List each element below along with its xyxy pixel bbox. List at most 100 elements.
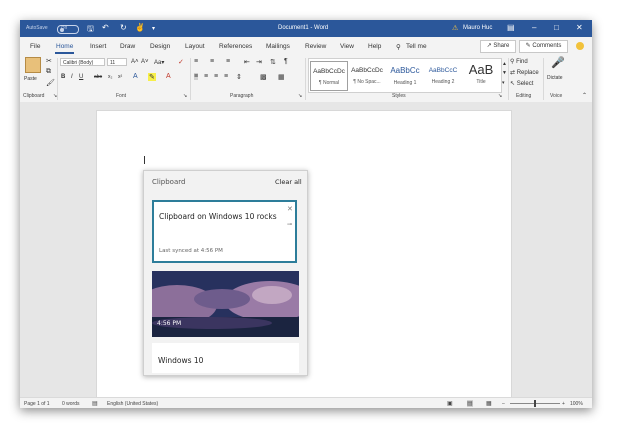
- line-spacing-icon[interactable]: ⇕: [236, 73, 242, 81]
- align-left-icon[interactable]: ≡: [194, 73, 199, 80]
- clear-formatting-icon[interactable]: ✓: [178, 58, 184, 66]
- italic-icon[interactable]: I: [71, 74, 73, 80]
- clipboard-item-image[interactable]: 4:56 PM: [152, 271, 299, 337]
- find-button[interactable]: ⚲ Find: [510, 58, 528, 65]
- tab-references[interactable]: References: [219, 43, 252, 50]
- style-heading-2[interactable]: AaBbCcC Heading 2: [424, 61, 462, 91]
- dictate-button[interactable]: Dictate: [547, 75, 563, 81]
- tell-me-box[interactable]: Tell me: [406, 43, 427, 50]
- tab-file[interactable]: File: [30, 43, 40, 50]
- clipboard-history-panel: Clipboard Clear all Clipboard on Windows…: [143, 170, 308, 376]
- microphone-icon[interactable]: 🎤: [551, 56, 565, 69]
- replace-button[interactable]: ⇄ Replace: [510, 69, 539, 76]
- gallery-down-icon[interactable]: ▼: [502, 70, 507, 76]
- collapse-ribbon-icon[interactable]: ⌃: [582, 92, 587, 99]
- copy-icon[interactable]: ⧉: [46, 68, 51, 76]
- paste-icon[interactable]: [25, 57, 41, 73]
- style-name: ¶ No Spac...: [353, 79, 381, 85]
- proofing-icon[interactable]: ▤: [92, 400, 98, 407]
- page-count[interactable]: Page 1 of 1: [24, 401, 50, 407]
- style-preview: AaBbCcDc: [351, 67, 383, 74]
- document-title: Document1 - Word: [278, 25, 329, 31]
- style-normal[interactable]: AaBbCcDc ¶ Normal: [310, 61, 348, 91]
- close-icon[interactable]: ✕: [287, 205, 293, 213]
- tab-view[interactable]: View: [340, 43, 354, 50]
- cut-icon[interactable]: ✂: [46, 57, 52, 65]
- clipboard-item-text[interactable]: Clipboard on Windows 10 rocks Last synce…: [152, 200, 297, 263]
- maximize-icon[interactable]: □: [554, 23, 559, 32]
- undo-icon[interactable]: ↶: [102, 23, 109, 32]
- paragraph-launcher-icon[interactable]: ↘: [298, 93, 302, 99]
- bold-icon[interactable]: B: [61, 74, 65, 80]
- group-label-voice: Voice: [550, 93, 563, 99]
- text-effects-icon[interactable]: A: [133, 73, 138, 80]
- font-color-icon[interactable]: A: [166, 73, 171, 80]
- align-right-icon[interactable]: ≡: [214, 73, 218, 80]
- numbering-icon[interactable]: ≡: [210, 58, 214, 65]
- multilevel-list-icon[interactable]: ≡: [226, 58, 230, 65]
- minimize-icon[interactable]: –: [532, 23, 536, 32]
- ribbon-display-options-icon[interactable]: ▤: [507, 23, 515, 32]
- grow-font-icon[interactable]: A˄: [131, 59, 139, 65]
- style-title[interactable]: AaB Title: [462, 61, 500, 91]
- font-name-combo[interactable]: Calibri (Body): [60, 58, 105, 66]
- print-layout-icon[interactable]: ▤: [467, 400, 473, 407]
- subscript-icon[interactable]: x₂: [108, 74, 112, 80]
- increase-indent-icon[interactable]: ⇥: [256, 58, 262, 66]
- pin-icon[interactable]: ⊸: [287, 221, 292, 228]
- tab-mailings[interactable]: Mailings: [266, 43, 290, 50]
- redo-icon[interactable]: ↻: [120, 23, 127, 32]
- gallery-more-icon[interactable]: ▾: [502, 80, 505, 86]
- tab-help[interactable]: Help: [368, 43, 381, 50]
- shrink-font-icon[interactable]: A˅: [141, 59, 149, 65]
- close-icon[interactable]: ✕: [576, 23, 583, 32]
- justify-icon[interactable]: ≡: [224, 73, 228, 80]
- paste-button[interactable]: Paste: [24, 76, 37, 82]
- clear-all-button[interactable]: Clear all: [275, 178, 302, 186]
- bullets-icon[interactable]: ≡: [194, 58, 198, 65]
- sort-icon[interactable]: ⇅: [270, 58, 276, 66]
- underline-icon[interactable]: U: [79, 74, 83, 80]
- superscript-icon[interactable]: x²: [118, 74, 122, 80]
- strikethrough-icon[interactable]: abc: [94, 74, 102, 80]
- format-painter-icon[interactable]: 🖌: [46, 79, 55, 87]
- show-formatting-icon[interactable]: ¶: [284, 58, 288, 65]
- tab-insert[interactable]: Insert: [90, 43, 106, 50]
- shading-icon[interactable]: ▩: [260, 73, 267, 81]
- style-heading-1[interactable]: AaBbCc Heading 1: [386, 61, 424, 91]
- home-ribbon: Paste ✂ ⧉ 🖌 Clipboard ↘ Calibri (Body) 1…: [20, 55, 592, 103]
- zoom-out-icon[interactable]: –: [502, 401, 505, 407]
- tab-layout[interactable]: Layout: [185, 43, 205, 50]
- web-layout-icon[interactable]: ▦: [486, 400, 492, 407]
- tab-design[interactable]: Design: [150, 43, 170, 50]
- feedback-smiley-icon[interactable]: [576, 42, 584, 50]
- tab-draw[interactable]: Draw: [120, 43, 135, 50]
- tab-home[interactable]: Home: [54, 43, 75, 54]
- styles-launcher-icon[interactable]: ↘: [498, 93, 502, 99]
- language[interactable]: English (United States): [107, 401, 158, 407]
- word-count[interactable]: 0 words: [62, 401, 80, 407]
- gallery-up-icon[interactable]: ▲: [502, 61, 507, 67]
- zoom-in-icon[interactable]: +: [562, 401, 565, 407]
- share-button[interactable]: ↗ Share: [480, 40, 516, 53]
- align-center-icon[interactable]: ≡: [204, 73, 208, 80]
- divider: [543, 58, 544, 100]
- highlight-icon[interactable]: ✎: [148, 73, 156, 81]
- save-icon[interactable]: 🖫: [87, 23, 94, 37]
- style-no-spacing[interactable]: AaBbCcDc ¶ No Spac...: [348, 61, 386, 91]
- font-launcher-icon[interactable]: ↘: [183, 93, 187, 99]
- comments-button[interactable]: ✎ Comments: [519, 40, 568, 53]
- select-button[interactable]: ↖ Select: [510, 80, 533, 87]
- decrease-indent-icon[interactable]: ⇤: [244, 58, 250, 66]
- font-size-combo[interactable]: 11: [107, 58, 127, 66]
- zoom-slider-thumb[interactable]: [534, 400, 536, 407]
- customize-qat-icon[interactable]: ▾: [152, 25, 155, 32]
- zoom-level[interactable]: 100%: [570, 401, 583, 407]
- change-case-icon[interactable]: Aa▾: [154, 59, 164, 66]
- clipboard-item-text[interactable]: Windows 10: [152, 343, 299, 373]
- user-name[interactable]: Mauro Huc: [463, 25, 492, 31]
- borders-icon[interactable]: ▦: [278, 73, 285, 81]
- touch-mode-icon[interactable]: ✌: [135, 23, 145, 32]
- tab-review[interactable]: Review: [305, 43, 326, 50]
- read-mode-icon[interactable]: ▣: [447, 400, 453, 407]
